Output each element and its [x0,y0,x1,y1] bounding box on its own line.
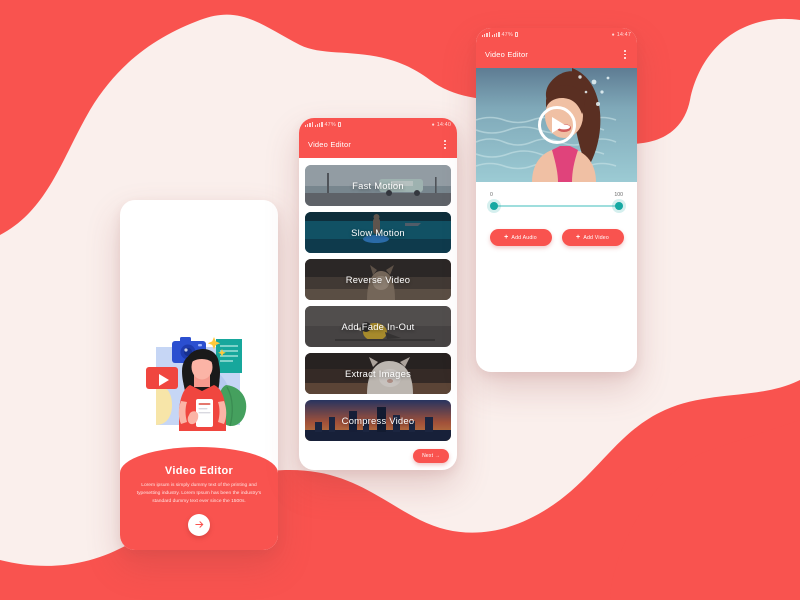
next-button-row: Next → [299,441,457,463]
status-bar: 47% ● 14:40 [299,118,457,131]
list-item-label: Compress Video [341,415,415,426]
app-bar: Video Editor [299,131,457,158]
trim-slider: 0 100 [476,182,637,211]
add-audio-label: Add Audio [511,234,537,241]
signal-bars-icon-2 [314,122,323,127]
wifi-icon: ● [431,121,435,128]
onboarding-next-button[interactable] [188,513,210,536]
page-title: Video Editor [164,465,234,477]
list-item[interactable]: Fast Motion [305,165,451,206]
next-button[interactable]: Next → [413,449,449,463]
list-item-label: Extract Images [344,368,412,379]
list-item-label: Add Fade In-Out [341,321,415,332]
slider-track [494,205,619,207]
add-audio-button[interactable]: + Add Audio [489,229,552,246]
add-video-button[interactable]: + Add Video [561,229,624,246]
list-item[interactable]: Slow Motion [305,212,451,253]
list-item[interactable]: Compress Video [305,400,451,441]
signal-bars-icon [482,32,490,37]
video-player[interactable] [476,68,637,182]
clock-label: 14:40 [436,121,451,128]
slider-min-label: 0 [490,192,493,198]
play-button-icon[interactable] [537,106,576,144]
list-item[interactable]: Add Fade In-Out [305,306,451,347]
app-bar-title: Video Editor [485,50,529,59]
signal-bars-icon-2 [491,32,500,37]
plus-icon: + [504,234,509,241]
slider-handle-min[interactable] [490,202,498,210]
list-item[interactable]: Reverse Video [305,259,451,300]
onboarding-description: Lorem ipsum is simply dummy text of the … [136,483,262,504]
onboarding-hero-card: Video Editor Lorem ipsum is simply dummy… [120,447,278,550]
kebab-menu-icon[interactable] [442,138,448,150]
video-editor-illustration [146,337,247,431]
add-video-label: Add Video [583,234,609,241]
signal-bars-icon [305,122,313,127]
list-item-label: Fast Motion [352,180,404,191]
editor-action-row: + Add Audio + Add Video [476,229,637,246]
plus-icon: + [576,234,581,241]
slider-track-wrap[interactable] [490,201,623,211]
list-item-label: Reverse Video [345,274,411,285]
app-bar: Video Editor [476,41,637,68]
slider-max-label: 100 [614,192,623,198]
wifi-icon: ● [611,31,615,38]
app-bar-title: Video Editor [308,140,352,149]
feature-list: Fast Motion Slow Motion Reverse Video Ad… [299,158,457,441]
battery-percent-label: 47% [501,31,513,38]
phone-editor: 47% ● 14:47 Video Editor 0 100 + Add Aud… [476,28,637,372]
battery-icon [337,122,341,127]
slider-handle-max[interactable] [615,202,623,210]
kebab-menu-icon[interactable] [622,48,628,60]
phone-feature-list: 47% ● 14:40 Video Editor Fast Motion Slo… [299,118,457,470]
phone-onboarding: Video Editor Lorem ipsum is simply dummy… [120,200,278,550]
battery-icon [514,32,518,37]
list-item[interactable]: Extract Images [305,353,451,394]
clock-label: 14:47 [616,31,631,38]
list-item-label: Slow Motion [351,227,405,238]
arrow-right-icon [194,521,203,529]
battery-percent-label: 47% [324,121,336,128]
status-bar: 47% ● 14:47 [476,28,637,41]
